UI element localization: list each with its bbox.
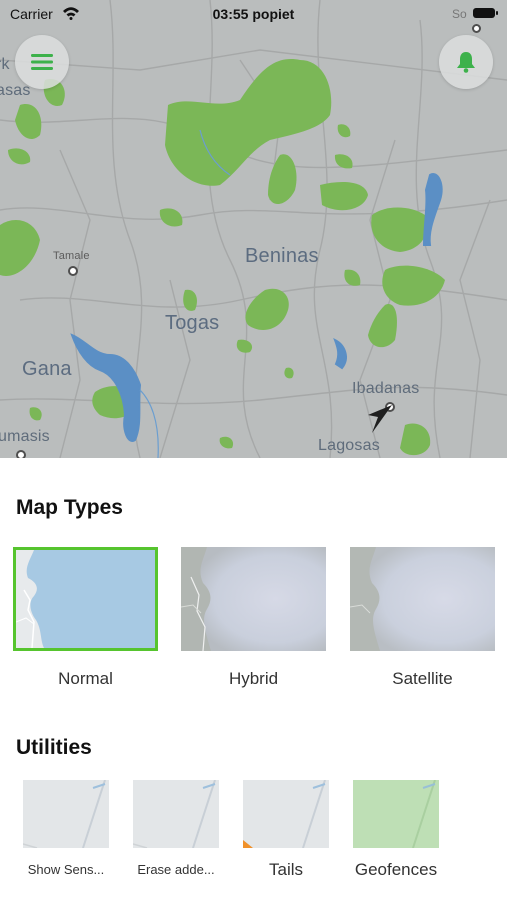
map-label-gana: Gana — [22, 358, 72, 380]
utility-geofences[interactable]: Geofences — [341, 780, 451, 880]
utility-show-sensors-label: Show Sens... — [27, 862, 105, 877]
utility-tails[interactable]: Tails — [231, 780, 341, 880]
map-type-normal[interactable]: Normal — [13, 547, 158, 689]
utility-tails-thumbnail — [243, 780, 329, 848]
utility-geofences-thumbnail — [353, 780, 439, 848]
utility-erase-added-label: Erase adde... — [137, 862, 215, 877]
map-label-asas: asas — [0, 82, 31, 99]
map-canvas — [0, 0, 507, 458]
map-type-normal-thumbnail — [13, 547, 158, 651]
city-marker-tamale — [68, 266, 78, 276]
bell-icon — [457, 52, 475, 73]
map-types-title: Map Types — [16, 496, 123, 519]
utility-show-sensors-thumbnail — [23, 780, 109, 848]
menu-button[interactable] — [15, 35, 69, 89]
status-right-hint: So — [452, 7, 467, 21]
utility-erase-added[interactable]: Erase adde... — [121, 780, 231, 877]
utilities-title: Utilities — [16, 736, 92, 759]
menu-icon — [31, 54, 53, 70]
bottom-sheet: Map Types Normal Hybrid Satellite Utilit… — [0, 458, 507, 900]
map-type-hybrid-label: Hybrid — [228, 669, 279, 688]
map-label-tamale: Tamale — [53, 250, 90, 262]
status-time: 03:55 popiet — [212, 6, 295, 22]
city-marker-kumasis — [16, 450, 26, 458]
navigation-arrow-icon — [368, 405, 392, 433]
map-label-togas: Togas — [165, 312, 220, 334]
map-label-ibadanas: Ibadanas — [352, 380, 420, 397]
map-type-satellite-label: Satellite — [392, 669, 453, 688]
map-type-satellite-thumbnail — [350, 547, 495, 651]
utility-show-sensors[interactable]: Show Sens... — [11, 780, 121, 877]
map-label-lagosas: Lagosas — [318, 437, 380, 454]
map-label-beninas: Beninas — [245, 245, 319, 267]
map-type-hybrid[interactable]: Hybrid — [181, 547, 326, 689]
map-label-kumasis: umasis — [0, 428, 50, 445]
map-view[interactable]: rk asas Tamale Beninas Togas Gana Ibadan… — [0, 0, 507, 458]
map-type-hybrid-thumbnail — [181, 547, 326, 651]
status-bar: Carrier 03:55 popiet So — [0, 0, 507, 33]
city-marker-top — [472, 24, 481, 33]
map-type-normal-label: Normal — [58, 669, 113, 688]
map-label-rk: rk — [0, 56, 10, 73]
utility-geofences-label: Geofences — [354, 860, 438, 879]
notifications-button[interactable] — [439, 35, 493, 89]
utility-tails-label: Tails — [268, 860, 303, 879]
map-type-satellite[interactable]: Satellite — [350, 547, 495, 689]
battery-icon — [473, 8, 498, 18]
utility-erase-added-thumbnail — [133, 780, 219, 848]
